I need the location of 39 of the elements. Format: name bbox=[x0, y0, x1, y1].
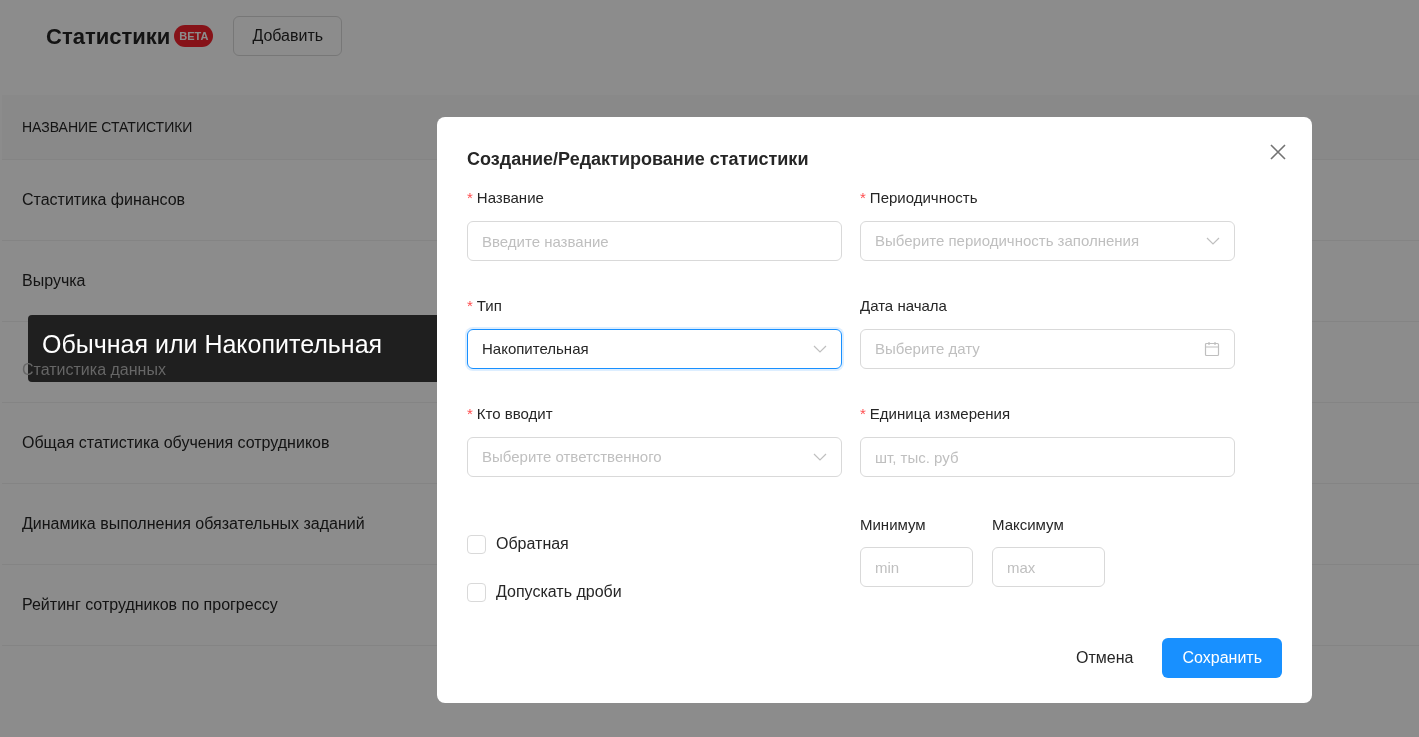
checkbox-label: Допускать дроби bbox=[496, 582, 622, 602]
table-cell-text: Стаститика финансов bbox=[22, 190, 186, 210]
text-field[interactable]: Введите название bbox=[467, 221, 842, 261]
field-label: Тип bbox=[476, 295, 502, 316]
calendar-icon bbox=[1204, 341, 1220, 357]
beta-badge: BETA bbox=[174, 24, 214, 48]
required-asterisk: * bbox=[467, 295, 473, 316]
field-label: Минимум bbox=[860, 515, 927, 535]
required-asterisk: * bbox=[467, 187, 473, 208]
cancel-button[interactable]: Отмена bbox=[1061, 638, 1149, 678]
field-label: Периодичность bbox=[869, 187, 978, 208]
table-cell-text: Общая статистика обучения сотрудников bbox=[22, 433, 330, 453]
add-button[interactable]: Добавить bbox=[233, 16, 343, 56]
required-asterisk: * bbox=[860, 403, 866, 424]
table-cell-text: Динамика выполнения обязательных заданий bbox=[22, 514, 365, 534]
number-field[interactable]: max bbox=[992, 547, 1105, 587]
select-field[interactable]: Выберите периодичность заполнения bbox=[860, 221, 1235, 261]
checkbox-label: Обратная bbox=[496, 534, 569, 554]
text-field[interactable]: шт, тыс. руб bbox=[860, 437, 1235, 477]
table-cell-text: Рейтинг сотрудников по прогрессу bbox=[22, 595, 278, 615]
required-asterisk: * bbox=[860, 187, 866, 208]
field-label: Дата начала bbox=[860, 295, 947, 316]
checkbox[interactable] bbox=[467, 534, 486, 554]
field-label: Максимум bbox=[992, 515, 1065, 535]
page-title: Статистики bbox=[46, 22, 171, 51]
number-field[interactable]: min bbox=[860, 547, 973, 587]
modal-title: Создание/Редактирование статистики bbox=[467, 148, 809, 170]
select-field[interactable]: Накопительная bbox=[467, 329, 842, 369]
field-label: Название bbox=[476, 187, 544, 208]
select-field[interactable]: Выберите ответственного bbox=[467, 437, 842, 477]
column-header: НАЗВАНИЕ СТАТИСТИКИ bbox=[22, 117, 193, 137]
close-icon[interactable] bbox=[1269, 143, 1287, 161]
required-asterisk: * bbox=[467, 403, 473, 424]
field-label: Единица измерения bbox=[869, 403, 1011, 424]
save-button[interactable]: Сохранить bbox=[1162, 638, 1282, 678]
table-cell-text: Выручка bbox=[22, 271, 86, 291]
field-label: Кто вводит bbox=[476, 403, 553, 424]
date-field[interactable]: Выберите дату bbox=[860, 329, 1235, 369]
checkbox[interactable] bbox=[467, 582, 486, 602]
